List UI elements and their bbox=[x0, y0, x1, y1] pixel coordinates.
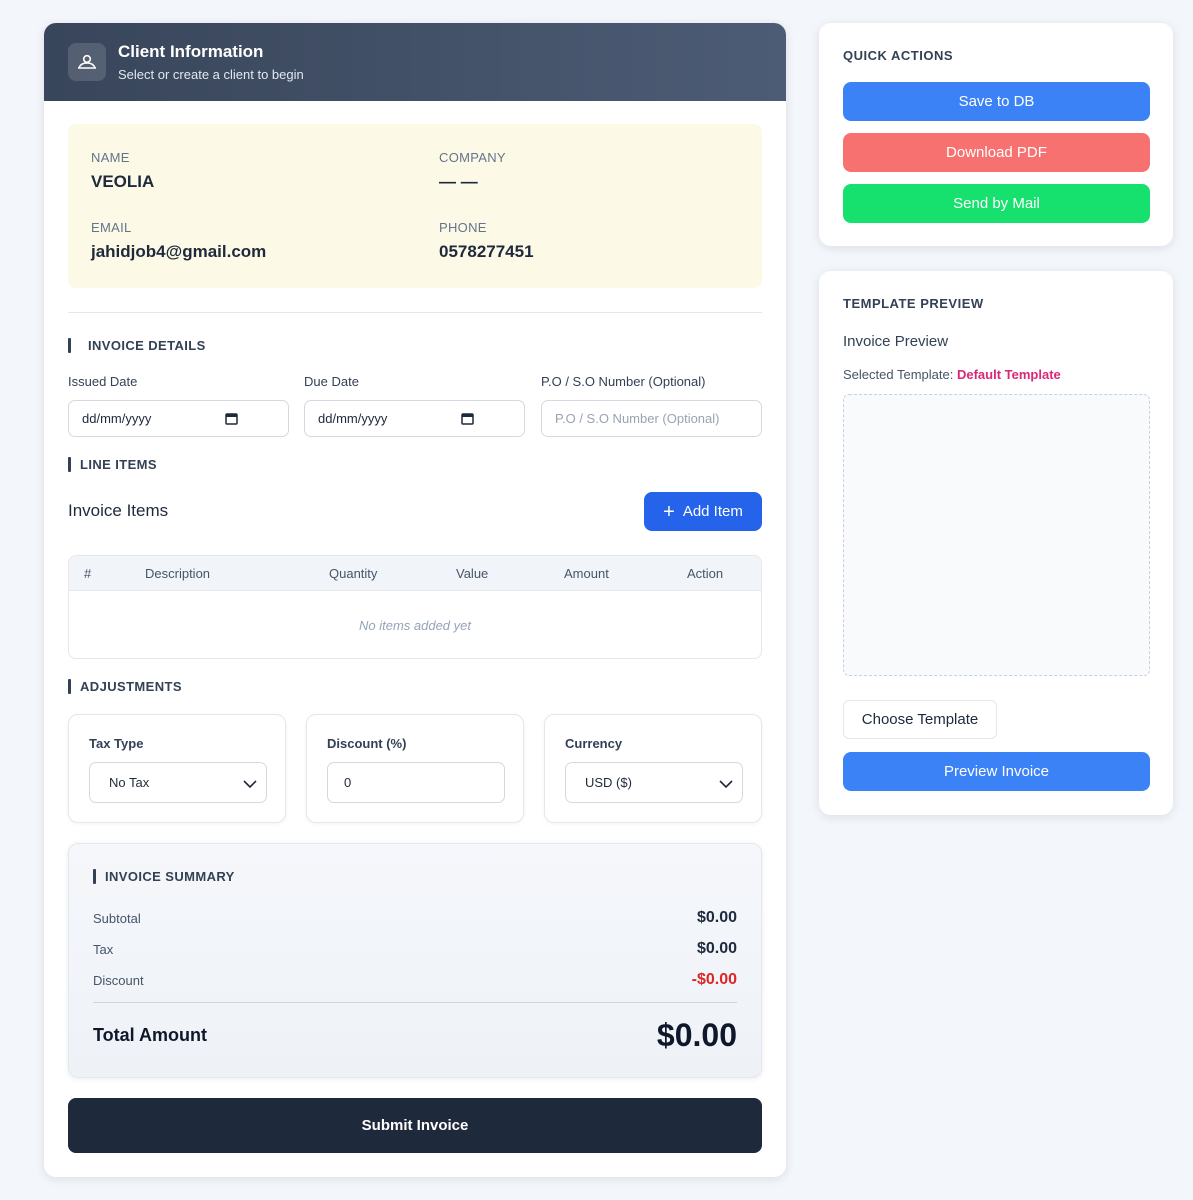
client-name-value: VEOLIA bbox=[91, 172, 155, 191]
adjustments-title-text: ADJUSTMENTS bbox=[80, 679, 182, 694]
currency-value: USD ($) bbox=[585, 775, 632, 790]
send-by-mail-button[interactable]: Send by Mail bbox=[843, 184, 1150, 223]
due-date-input[interactable]: dd/mm/yyyy bbox=[304, 400, 525, 437]
add-item-label: Add Item bbox=[682, 503, 743, 520]
issued-date-label: Issued Date bbox=[68, 374, 138, 389]
save-to-db-button[interactable]: Save to DB bbox=[843, 82, 1150, 121]
tax-label: Tax bbox=[93, 941, 114, 957]
tax-type-card: Tax Type No Tax bbox=[68, 714, 286, 823]
template-preview-title: TEMPLATE PREVIEW bbox=[843, 296, 984, 311]
chevron-down-icon bbox=[243, 777, 257, 792]
chevron-down-icon bbox=[719, 777, 733, 792]
column-header-amount: Amount bbox=[564, 566, 609, 581]
client-phone-label: PHONE bbox=[439, 220, 487, 235]
client-name-label: NAME bbox=[91, 150, 130, 165]
section-bar bbox=[68, 338, 71, 353]
currency-select[interactable]: USD ($) bbox=[565, 762, 743, 803]
column-header-action: Action bbox=[687, 566, 724, 581]
adjustments-section-title: ADJUSTMENTS bbox=[68, 679, 182, 694]
invoice-details-title-text: INVOICE DETAILS bbox=[88, 338, 206, 353]
client-info-header: Client Information Select or create a cl… bbox=[44, 23, 786, 101]
section-divider bbox=[68, 312, 762, 313]
discount-summary-label: Discount bbox=[93, 972, 144, 988]
line-items-table: # Description Quantity Value Amount Acti… bbox=[68, 555, 762, 659]
quick-actions-card: QUICK ACTIONS Save to DB Download PDF Se… bbox=[819, 23, 1173, 246]
po-number-input[interactable]: P.O / S.O Number (Optional) bbox=[541, 400, 762, 437]
po-number-placeholder: P.O / S.O Number (Optional) bbox=[555, 411, 720, 426]
total-row: Total Amount $0.00 bbox=[93, 1017, 737, 1054]
client-email-value: jahidjob4@gmail.com bbox=[91, 242, 267, 261]
discount-label: Discount (%) bbox=[327, 736, 407, 751]
choose-template-button[interactable]: Choose Template bbox=[843, 700, 997, 739]
client-info-title: Client Information bbox=[118, 42, 264, 61]
add-item-button[interactable]: + Add Item bbox=[644, 492, 762, 531]
client-company-label: COMPANY bbox=[439, 150, 506, 165]
client-name-field: NAME VEOLIA bbox=[91, 150, 154, 192]
discount-input[interactable]: 0 bbox=[327, 762, 505, 803]
invoice-summary-card: INVOICE SUMMARY Subtotal $0.00 Tax $0.00… bbox=[68, 843, 762, 1078]
column-header-value: Value bbox=[456, 566, 489, 581]
selected-template-line: Selected Template: Default Template bbox=[843, 367, 1061, 382]
section-bar bbox=[68, 679, 71, 694]
discount-value: 0 bbox=[344, 775, 352, 790]
line-items-title-text: LINE ITEMS bbox=[80, 457, 157, 472]
issued-date-input[interactable]: dd/mm/yyyy bbox=[68, 400, 289, 437]
template-preview-card: TEMPLATE PREVIEW Invoice Preview Selecte… bbox=[819, 271, 1173, 815]
invoice-details-section-title: INVOICE DETAILS bbox=[68, 338, 206, 353]
preview-invoice-button[interactable]: Preview Invoice bbox=[843, 752, 1150, 791]
total-amount-value: $0.00 bbox=[656, 1017, 737, 1053]
currency-label: Currency bbox=[565, 736, 623, 751]
column-header-number: # bbox=[84, 566, 92, 581]
client-phone-field: PHONE 0578277451 bbox=[439, 220, 534, 262]
calendar-icon[interactable] bbox=[461, 412, 474, 428]
quick-actions-title: QUICK ACTIONS bbox=[843, 48, 954, 63]
tax-value: $0.00 bbox=[696, 940, 737, 957]
selected-template-label: Selected Template: bbox=[843, 367, 954, 382]
invoice-form-card: Client Information Select or create a cl… bbox=[44, 23, 786, 1177]
discount-card: Discount (%) 0 bbox=[306, 714, 524, 823]
issued-date-value: dd/mm/yyyy bbox=[82, 411, 152, 426]
client-company-field: COMPANY — — bbox=[439, 150, 506, 192]
subtotal-row: Subtotal $0.00 bbox=[93, 909, 737, 927]
plus-icon: + bbox=[663, 500, 675, 523]
subtotal-label: Subtotal bbox=[93, 910, 141, 926]
client-email-field: EMAIL jahidjob4@gmail.com bbox=[91, 220, 266, 262]
invoice-items-heading: Invoice Items bbox=[68, 501, 169, 520]
invoice-preview-heading: Invoice Preview bbox=[843, 333, 949, 350]
section-bar bbox=[68, 457, 71, 472]
total-amount-label: Total Amount bbox=[93, 1025, 207, 1045]
table-header: # Description Quantity Value Amount Acti… bbox=[69, 556, 761, 591]
user-cloud-icon bbox=[68, 43, 106, 81]
column-header-quantity: Quantity bbox=[329, 566, 378, 581]
invoice-summary-title: INVOICE SUMMARY bbox=[93, 869, 235, 884]
summary-divider bbox=[93, 1002, 737, 1003]
due-date-label: Due Date bbox=[304, 374, 359, 389]
selected-template-value: Default Template bbox=[956, 367, 1061, 382]
discount-row: Discount -$0.00 bbox=[93, 971, 737, 989]
column-header-description: Description bbox=[145, 566, 211, 581]
client-details-box: NAME VEOLIA COMPANY — — EMAIL jahidjob4@… bbox=[68, 124, 762, 288]
tax-type-select[interactable]: No Tax bbox=[89, 762, 267, 803]
currency-card: Currency USD ($) bbox=[544, 714, 762, 823]
section-bar bbox=[93, 869, 96, 884]
po-number-label: P.O / S.O Number (Optional) bbox=[541, 374, 706, 389]
client-phone-value: 0578277451 bbox=[439, 242, 534, 261]
tax-type-value: No Tax bbox=[109, 775, 150, 790]
tax-row: Tax $0.00 bbox=[93, 940, 737, 958]
download-pdf-button[interactable]: Download PDF bbox=[843, 133, 1150, 172]
empty-table-message: No items added yet bbox=[358, 618, 471, 633]
template-preview-area bbox=[843, 394, 1150, 676]
line-items-section-title: LINE ITEMS bbox=[68, 457, 157, 472]
client-info-subtitle: Select or create a client to begin bbox=[118, 67, 304, 82]
calendar-icon[interactable] bbox=[225, 412, 238, 428]
tax-type-label: Tax Type bbox=[89, 736, 144, 751]
invoice-summary-title-text: INVOICE SUMMARY bbox=[105, 869, 235, 884]
client-email-label: EMAIL bbox=[91, 220, 132, 235]
submit-invoice-button[interactable]: Submit Invoice bbox=[68, 1098, 762, 1153]
discount-summary-value: -$0.00 bbox=[691, 971, 737, 988]
due-date-value: dd/mm/yyyy bbox=[318, 411, 388, 426]
subtotal-value: $0.00 bbox=[696, 909, 737, 926]
client-company-value: — — bbox=[439, 172, 478, 191]
